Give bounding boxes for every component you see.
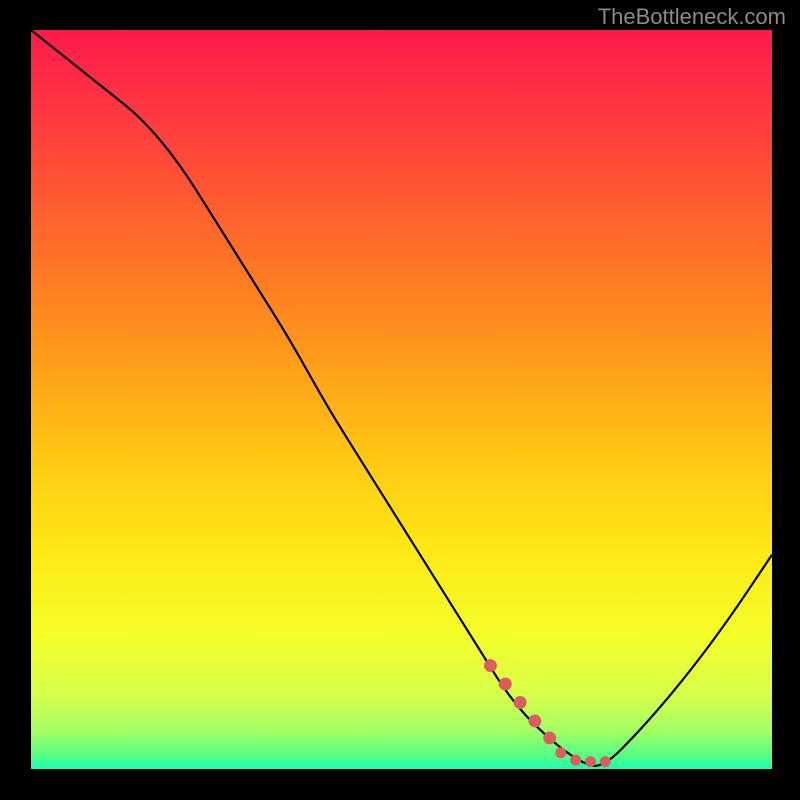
bottleneck-curve-line xyxy=(31,30,772,766)
highlight-dot xyxy=(514,696,527,709)
attribution-text: TheBottleneck.com xyxy=(598,4,786,30)
highlight-dot xyxy=(499,678,512,691)
highlight-dot xyxy=(555,747,566,758)
highlight-dot xyxy=(528,714,541,727)
highlight-marker-group xyxy=(484,659,611,767)
highlight-dot xyxy=(484,659,497,672)
chart-plot-area xyxy=(28,30,772,772)
highlight-dot xyxy=(585,756,596,767)
chart-svg xyxy=(31,30,772,769)
highlight-dot xyxy=(570,755,581,766)
highlight-dot xyxy=(600,756,611,767)
highlight-dot xyxy=(543,731,556,744)
